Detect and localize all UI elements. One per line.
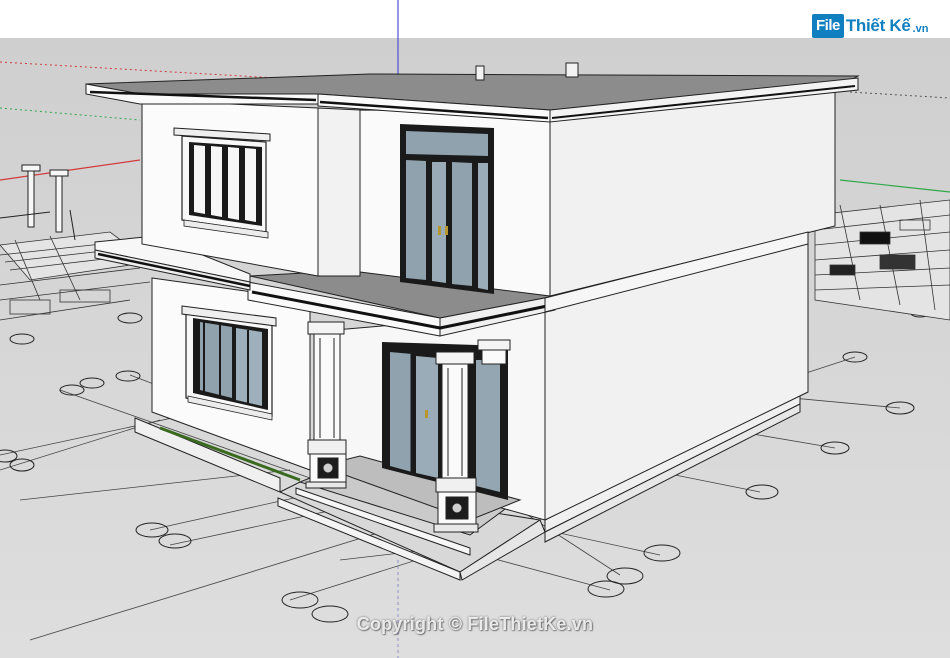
upper-floor-window — [173, 127, 271, 239]
sky — [0, 0, 950, 40]
upper-floor-recess-wall — [317, 107, 361, 277]
sketchup-viewport[interactable]: File Thiết Kế .vn Copyright © FileThietK… — [0, 0, 950, 658]
copyright-watermark: Copyright © FileThietKe.vn — [356, 614, 594, 634]
logo-thietke: Thiết Kế — [845, 16, 911, 35]
upper-floor-door — [400, 124, 494, 294]
ground-floor-window — [181, 305, 277, 421]
logo-file: File — [812, 14, 844, 38]
brand-logo: File Thiết Kế .vn — [812, 10, 928, 42]
logo-suffix: .vn — [912, 23, 929, 35]
3d-model-scene[interactable] — [0, 0, 950, 658]
porch-column-back — [477, 339, 511, 365]
